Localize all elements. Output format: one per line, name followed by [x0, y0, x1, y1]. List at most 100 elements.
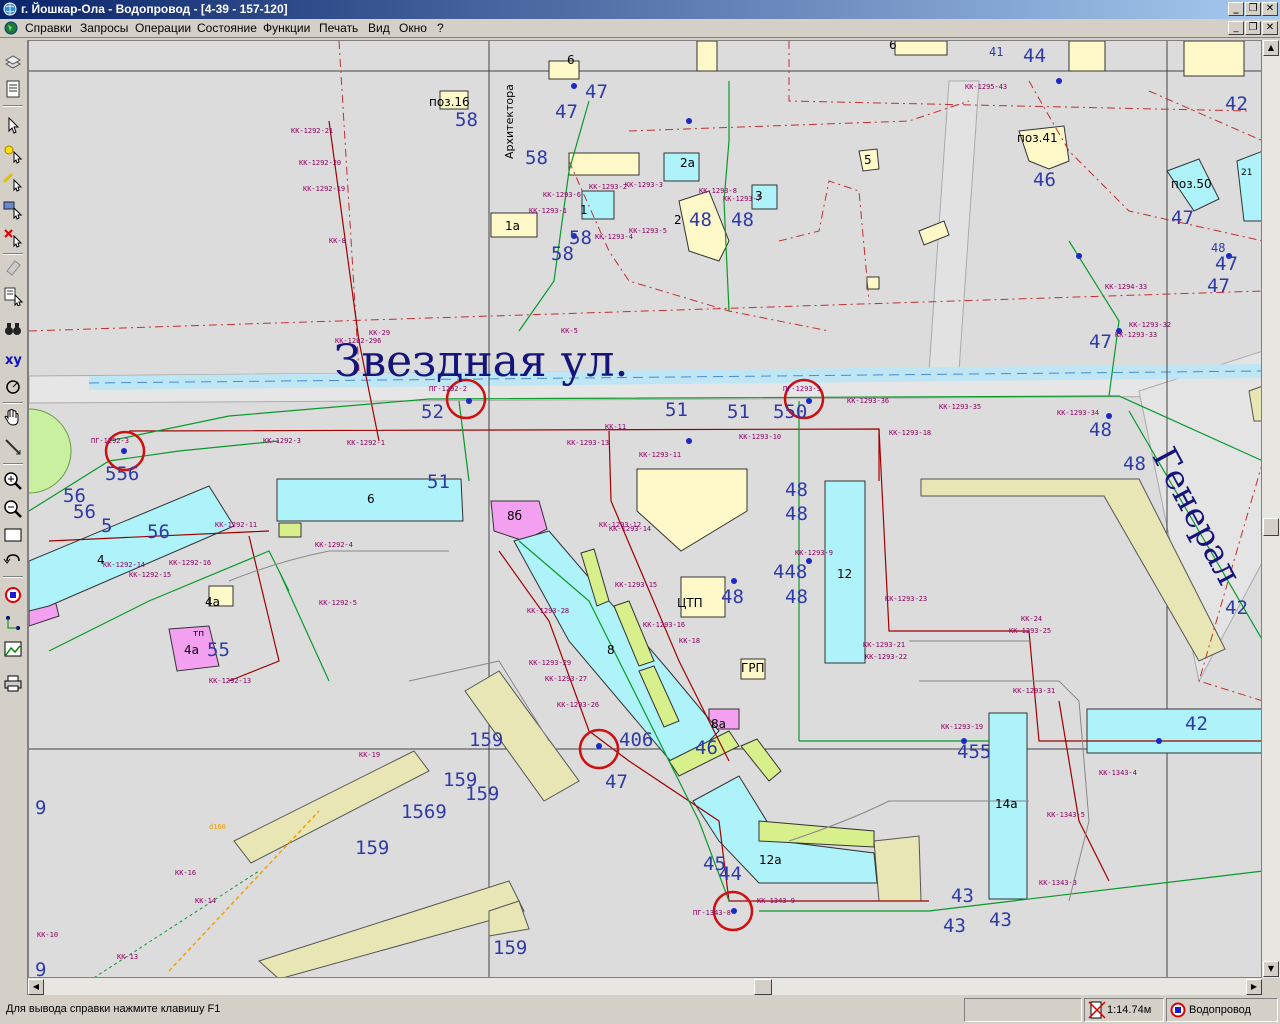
pipe-label: КК-24 — [1021, 615, 1043, 623]
plot-number: 42 — [1225, 597, 1248, 619]
select-area-tool-icon[interactable] — [2, 198, 24, 220]
pipe-label: КК-1293-10 — [739, 433, 782, 441]
horizontal-scroll-thumb[interactable] — [754, 979, 772, 995]
scroll-up-arrow-icon[interactable]: ▲ — [1263, 40, 1279, 56]
plot-number: 46 — [1033, 169, 1056, 191]
minimize-button[interactable]: _ — [1228, 2, 1244, 16]
close-button[interactable]: ✕ — [1262, 2, 1278, 16]
doc-restore-button[interactable]: ❐ — [1245, 21, 1261, 35]
building-label: 12а — [759, 853, 782, 867]
pipe-label: КК-1293-4 — [595, 233, 633, 241]
raster-image-tool-icon[interactable] — [2, 638, 24, 660]
pipe-label: КК-1293-5 — [629, 227, 667, 235]
pipe-label: КК-1293-15 — [615, 581, 658, 589]
plot-number: 159 — [355, 837, 390, 859]
plot-number: 159 — [469, 729, 504, 751]
menu-spravki[interactable]: Справки — [25, 21, 72, 35]
doc-minimize-button[interactable]: _ — [1228, 21, 1244, 35]
zoom-in-tool-icon[interactable] — [2, 470, 24, 492]
pipe-label: КК-1292-20 — [299, 159, 342, 167]
horizontal-scrollbar[interactable]: ◀ ▶ — [28, 978, 1262, 995]
restore-button[interactable]: ❐ — [1245, 2, 1261, 16]
menu-operatsii[interactable]: Операции — [135, 21, 191, 35]
plot-number: 51 — [665, 399, 688, 421]
building-label: 4а — [205, 595, 220, 609]
menu-funktsii[interactable]: Функции — [263, 21, 310, 35]
vertical-scrollbar[interactable]: ▲ ▼ — [1262, 40, 1280, 978]
plot-number: 48 — [689, 209, 712, 231]
plot-number: 48 — [721, 586, 744, 608]
scale-crossed-icon[interactable] — [1088, 1000, 1106, 1020]
menu-sostoyanie[interactable]: Состояние — [197, 21, 257, 35]
plot-number: 455 — [957, 741, 992, 763]
globe-document-icon[interactable] — [4, 21, 18, 35]
water-network-icon[interactable] — [1170, 1002, 1186, 1018]
plot-number: 51 — [727, 401, 750, 423]
scroll-left-arrow-icon[interactable]: ◀ — [28, 979, 44, 995]
xy-coordinates-tool-icon[interactable]: xy — [2, 348, 24, 370]
pan-hand-tool-icon[interactable] — [2, 406, 24, 428]
pipe-label: КК-1293-23 — [885, 595, 928, 603]
plot-number: 43 — [943, 915, 966, 937]
scroll-right-arrow-icon[interactable]: ▶ — [1246, 979, 1262, 995]
layers-tool-icon[interactable] — [2, 50, 24, 72]
network-node-tool-icon[interactable] — [2, 584, 24, 606]
pipe-label: КК-14 — [195, 897, 217, 905]
menu-vid[interactable]: Вид — [368, 21, 390, 35]
print-tool-icon[interactable] — [2, 672, 24, 694]
pointer-tool-icon[interactable] — [2, 114, 24, 136]
select-line-tool-icon[interactable] — [2, 170, 24, 192]
pipe-label: КК-16 — [175, 869, 197, 877]
building-label: 42 — [1185, 713, 1208, 735]
undo-zoom-tool-icon[interactable] — [2, 550, 24, 572]
plot-number: 448 — [773, 561, 808, 583]
plot-number: 44 — [719, 863, 742, 885]
plot-number: 43 — [989, 909, 1012, 931]
pipe-label: КК-1293-16 — [643, 621, 686, 629]
pipe-label: КК-1292-15 — [129, 571, 172, 579]
pipe-label: КК-1292-3 — [263, 437, 301, 445]
select-delete-tool-icon[interactable] — [2, 226, 24, 248]
pipe-label: КК-1343-3 — [1039, 879, 1077, 887]
ruler-tool-icon[interactable] — [2, 436, 24, 458]
map-canvas[interactable]: Звездная ул. Генерал Архитектора 6 6 поз… — [28, 40, 1262, 978]
pipe-label: КК-1293-3 — [625, 181, 663, 189]
plot-number: 48 — [731, 209, 754, 231]
doc-close-button[interactable]: ✕ — [1262, 21, 1278, 35]
eraser-tool-icon[interactable] — [2, 256, 24, 278]
pipe-label: КК-1293-33 — [1115, 331, 1158, 339]
pipe-label: КК-8 — [329, 237, 346, 245]
zoom-window-tool-icon[interactable] — [2, 524, 24, 546]
status-empty-panel — [964, 998, 1082, 1022]
menu-pechat[interactable]: Печать — [319, 21, 358, 35]
measure-tool-icon[interactable] — [2, 376, 24, 398]
pipe-label: КК-1293-21 — [863, 641, 906, 649]
plot-number: 159 — [465, 783, 500, 805]
pipe-label: КК-11 — [605, 423, 627, 431]
plot-number: 47 — [605, 771, 628, 793]
pipe-label: КК-18 — [679, 637, 701, 645]
zoom-out-tool-icon[interactable] — [2, 498, 24, 520]
select-point-tool-icon[interactable] — [2, 142, 24, 164]
plot-number: 9 — [35, 797, 47, 819]
menu-okno[interactable]: Окно — [399, 21, 427, 35]
building-label: 1 — [580, 203, 588, 217]
pipe-label: КК-1292-16 — [169, 559, 212, 567]
document-tool-icon[interactable] — [2, 78, 24, 100]
menu-help[interactable]: ? — [437, 21, 444, 35]
pipe-label: КК-1292-5 — [319, 599, 357, 607]
binoculars-tool-icon[interactable] — [2, 318, 24, 340]
building-label: 4а — [184, 643, 199, 657]
menu-bar: Справки Запросы Операции Состояние Функц… — [0, 19, 1280, 38]
network-trace-tool-icon[interactable] — [2, 612, 24, 634]
plot-number: 47 — [1207, 275, 1230, 297]
menu-zaprosy[interactable]: Запросы — [80, 21, 128, 35]
properties-tool-icon[interactable] — [2, 284, 24, 307]
pipe-label: КК-1343-4 — [1099, 769, 1137, 777]
pipe-label: КК-1293-31 — [1013, 687, 1056, 695]
plot-number: 43 — [951, 885, 974, 907]
vertical-scroll-thumb[interactable] — [1263, 518, 1279, 536]
scroll-down-arrow-icon[interactable]: ▼ — [1263, 961, 1279, 977]
plot-number: 56 — [73, 501, 96, 523]
building-label: 14а — [995, 797, 1018, 811]
